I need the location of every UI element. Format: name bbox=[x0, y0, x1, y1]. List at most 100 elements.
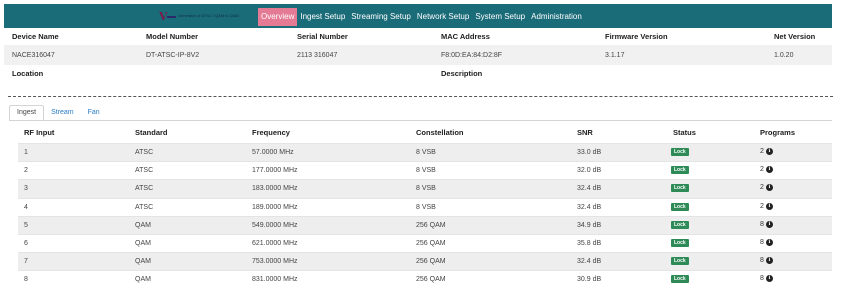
standard-cell: ATSC bbox=[135, 203, 154, 211]
table-row: 4 ATSC 189.0000 MHz 8 VSB 32.4 dB Lock 2… bbox=[18, 197, 832, 216]
frequency-cell: 177.0000 MHz bbox=[252, 167, 298, 175]
programs-count: 2 bbox=[760, 184, 764, 192]
info-icon[interactable]: i bbox=[765, 257, 773, 265]
programs-cell: 8i bbox=[760, 257, 773, 265]
programs-count: 2 bbox=[760, 202, 764, 210]
device-name-header: Device Name bbox=[12, 32, 59, 41]
mac-address-header: MAC Address bbox=[441, 32, 490, 41]
table-row: 3 ATSC 183.0000 MHz 8 VSB 32.4 dB Lock 2… bbox=[18, 179, 832, 198]
standard-cell: ATSC bbox=[135, 167, 154, 175]
mac-address-value: F8:0D:EA:84:D2:8F bbox=[441, 52, 503, 59]
model-number-header: Model Number bbox=[146, 32, 199, 41]
programs-cell: 2i bbox=[760, 184, 773, 192]
standard-cell: ATSC bbox=[135, 185, 154, 193]
table-row: 5 QAM 549.0000 MHz 256 QAM 34.9 dB Lock … bbox=[18, 215, 832, 234]
frequency-cell: 549.0000 MHz bbox=[252, 221, 298, 229]
nav-ingest-setup[interactable]: Ingest Setup bbox=[297, 8, 348, 26]
standard-cell: QAM bbox=[135, 239, 151, 247]
info-icon[interactable]: i bbox=[765, 202, 773, 210]
serial-number-value: 2113 316047 bbox=[297, 52, 338, 59]
constellation-cell: 256 QAM bbox=[416, 258, 446, 266]
status-badge: Lock bbox=[671, 184, 689, 193]
ingest-table-header: RF Input Standard Frequency Constellatio… bbox=[9, 124, 832, 142]
standard-cell: QAM bbox=[135, 276, 151, 284]
device-info-row: NACE316047 DT-ATSC-IP-8V2 2113 316047 F8… bbox=[4, 45, 832, 65]
snr-cell: 30.9 dB bbox=[577, 276, 602, 284]
standard-cell: QAM bbox=[135, 221, 151, 229]
status-badge: Lock bbox=[671, 220, 689, 229]
rf-input-cell: 1 bbox=[24, 149, 28, 156]
device-info-header: Device Name Model Number Serial Number M… bbox=[4, 30, 832, 44]
programs-cell: 2i bbox=[760, 166, 773, 174]
snr-cell: 32.4 dB bbox=[577, 185, 602, 193]
constellation-cell: 256 QAM bbox=[416, 276, 446, 284]
status-badge: Lock bbox=[671, 275, 689, 284]
programs-count: 8 bbox=[760, 275, 764, 283]
model-number-value: DT-ATSC-IP-8V2 bbox=[146, 52, 200, 59]
constellation-cell: 8 VSB bbox=[416, 203, 436, 211]
nav-network-setup[interactable]: Network Setup bbox=[414, 8, 472, 26]
col-programs: Programs bbox=[760, 128, 796, 137]
brand-logo[interactable]: V Generator of ATSC / QAM to QAM bbox=[159, 11, 259, 23]
nav-overview[interactable]: Overview bbox=[258, 8, 298, 26]
programs-count: 8 bbox=[760, 257, 764, 265]
info-icon[interactable]: i bbox=[765, 238, 773, 246]
tab-stream[interactable]: Stream bbox=[44, 105, 81, 121]
col-constellation: Constellation bbox=[416, 128, 464, 137]
table-row: 6 QAM 621.0000 MHz 256 QAM 35.8 dB Lock … bbox=[18, 233, 832, 252]
status-badge: Lock bbox=[671, 166, 689, 175]
rf-input-cell: 5 bbox=[24, 221, 28, 229]
info-icon[interactable]: i bbox=[765, 184, 773, 192]
col-standard: Standard bbox=[135, 128, 168, 137]
constellation-cell: 256 QAM bbox=[416, 239, 446, 247]
info-icon[interactable]: i bbox=[765, 148, 773, 155]
standard-cell: ATSC bbox=[135, 149, 154, 156]
device-location-row: Location Description bbox=[4, 65, 832, 83]
programs-cell: 2i bbox=[760, 202, 773, 210]
info-icon[interactable]: i bbox=[765, 166, 773, 174]
snr-cell: 32.4 dB bbox=[577, 203, 602, 211]
main-nav: Overview Ingest Setup Streaming Setup Ne… bbox=[258, 8, 585, 26]
snr-cell: 34.9 dB bbox=[577, 221, 602, 229]
snr-cell: 33.0 dB bbox=[577, 149, 602, 156]
rf-input-cell: 6 bbox=[24, 239, 28, 247]
programs-cell: 2i bbox=[760, 148, 773, 155]
info-icon[interactable]: i bbox=[765, 220, 773, 228]
programs-count: 2 bbox=[760, 148, 764, 155]
frequency-cell: 831.0000 MHz bbox=[252, 276, 298, 284]
status-badge: Lock bbox=[671, 148, 689, 156]
ingest-table-body: 1 ATSC 57.0000 MHz 8 VSB 33.0 dB Lock 2i… bbox=[18, 143, 832, 289]
frequency-cell: 57.0000 MHz bbox=[252, 149, 294, 156]
logo-tagline: Generator of ATSC / QAM to QAM bbox=[178, 13, 239, 18]
frequency-cell: 183.0000 MHz bbox=[252, 185, 298, 193]
rf-input-cell: 7 bbox=[24, 258, 28, 266]
serial-number-header: Serial Number bbox=[297, 32, 348, 41]
info-icon[interactable]: i bbox=[765, 275, 773, 283]
device-name-value: NACE316047 bbox=[12, 52, 55, 59]
status-badge: Lock bbox=[671, 257, 689, 266]
tab-fan[interactable]: Fan bbox=[81, 105, 107, 121]
nav-system-setup[interactable]: System Setup bbox=[472, 8, 528, 26]
programs-count: 8 bbox=[760, 238, 764, 246]
programs-cell: 8i bbox=[760, 275, 773, 283]
net-version-header: Net Version bbox=[774, 32, 816, 41]
table-row: 8 QAM 831.0000 MHz 256 QAM 30.9 dB Lock … bbox=[18, 270, 832, 288]
col-rf-input: RF Input bbox=[24, 128, 55, 137]
location-header: Location bbox=[12, 69, 44, 78]
top-nav-bar: V Generator of ATSC / QAM to QAM Overvie… bbox=[4, 4, 832, 28]
status-tabs: Ingest Stream Fan bbox=[9, 105, 107, 121]
table-row: 2 ATSC 177.0000 MHz 8 VSB 32.0 dB Lock 2… bbox=[18, 161, 832, 179]
frequency-cell: 621.0000 MHz bbox=[252, 239, 298, 247]
tab-underline bbox=[9, 120, 832, 121]
tab-ingest[interactable]: Ingest bbox=[9, 105, 45, 121]
constellation-cell: 8 VSB bbox=[416, 149, 436, 156]
programs-count: 8 bbox=[760, 220, 764, 228]
status-badge: Lock bbox=[671, 238, 689, 247]
rf-input-cell: 3 bbox=[24, 185, 28, 193]
nav-streaming-setup[interactable]: Streaming Setup bbox=[348, 8, 414, 26]
nav-administration[interactable]: Administration bbox=[528, 8, 585, 26]
programs-cell: 8i bbox=[760, 238, 773, 246]
programs-cell: 8i bbox=[760, 220, 773, 228]
rf-input-cell: 8 bbox=[24, 276, 28, 284]
frequency-cell: 753.0000 MHz bbox=[252, 258, 298, 266]
